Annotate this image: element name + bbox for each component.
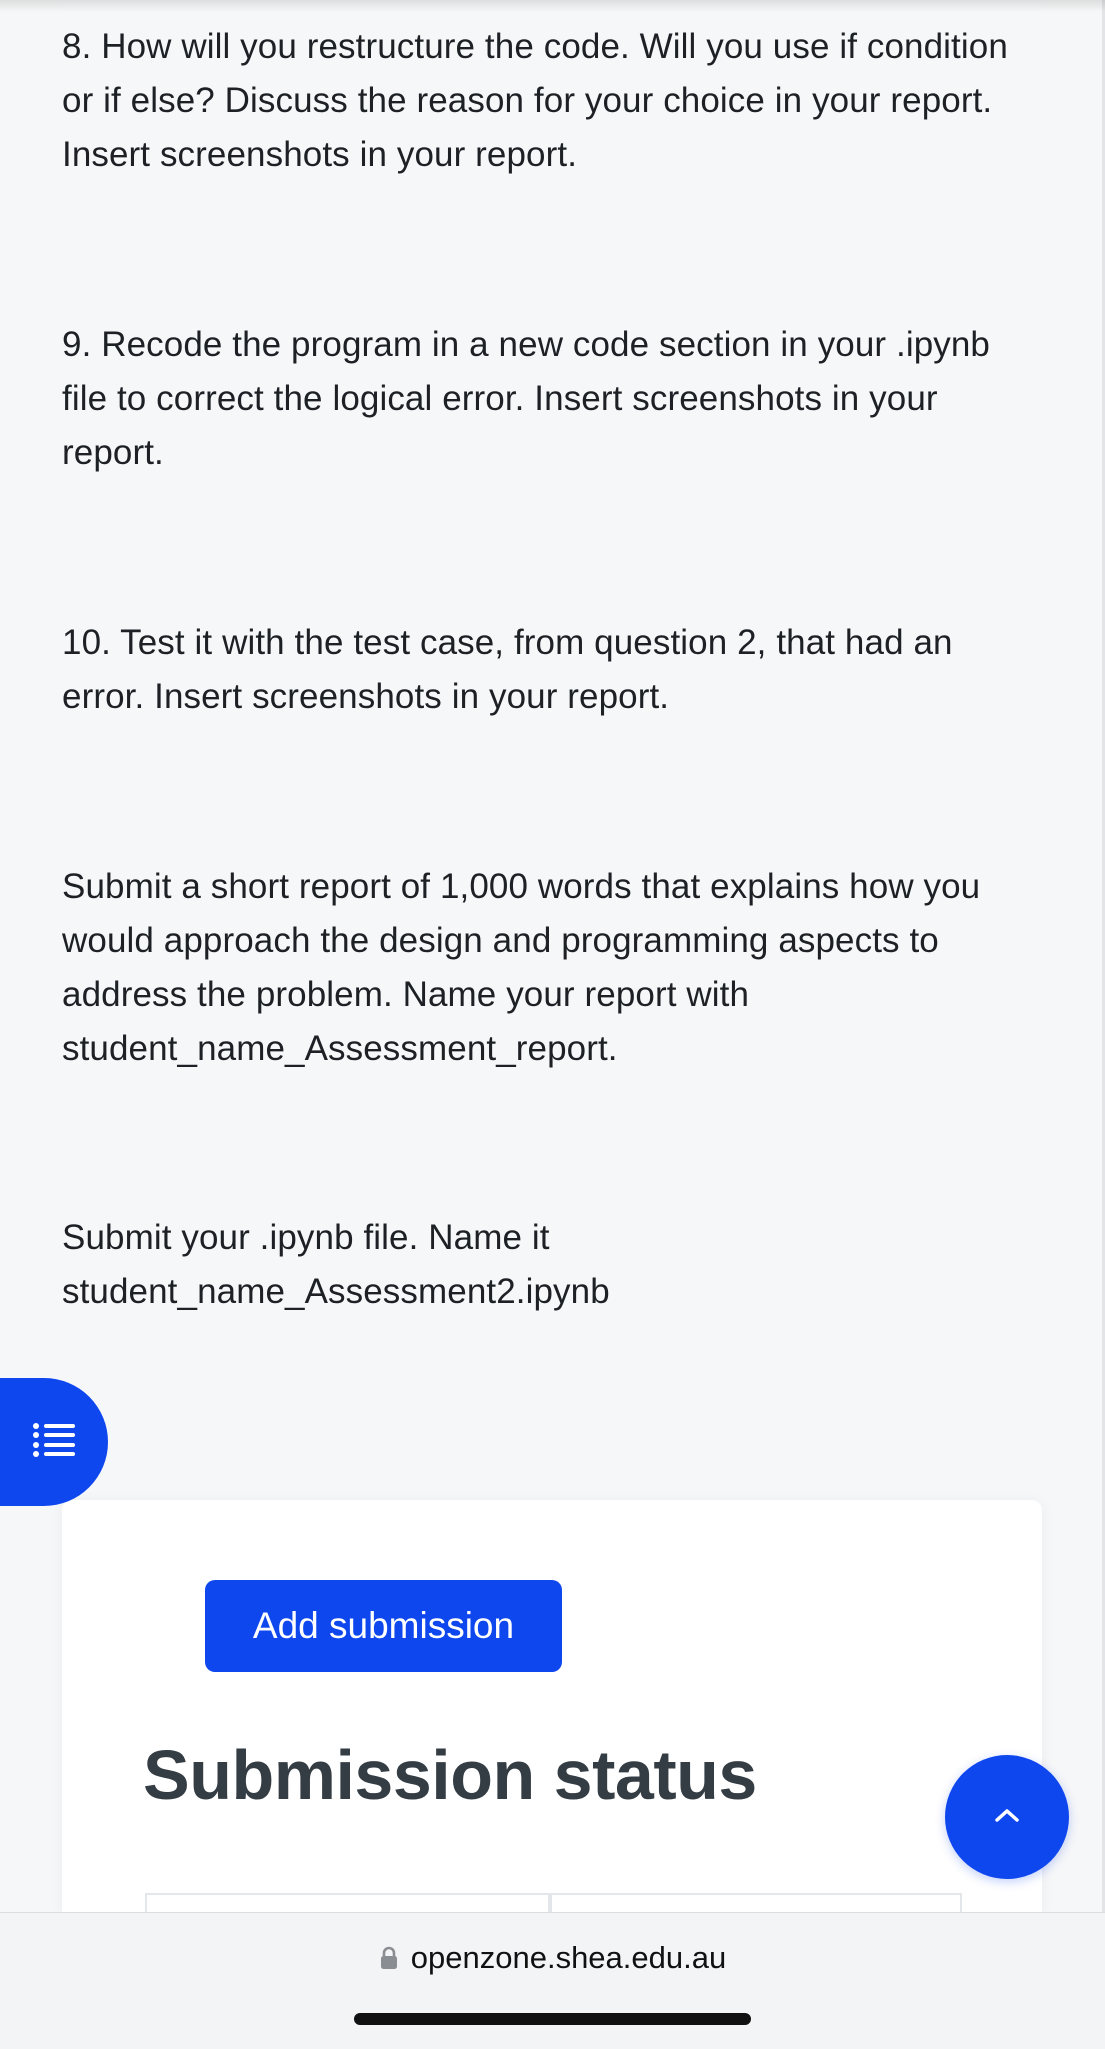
status-table-cell: [550, 1893, 962, 1914]
chevron-up-icon: [993, 1806, 1021, 1829]
address-field[interactable]: openzone.shea.edu.au: [0, 1940, 1105, 1979]
report-instructions-text: Submit a short report of 1,000 words tha…: [62, 867, 981, 1068]
status-table-cell: [145, 1893, 550, 1914]
url-text: openzone.shea.edu.au: [410, 1940, 727, 1975]
question-9-text: 9. Recode the program in a new code sect…: [62, 325, 991, 472]
browser-address-bar: [0, 1912, 1105, 2049]
home-indicator: [354, 2013, 751, 2025]
back-to-top-button[interactable]: [945, 1755, 1069, 1879]
top-shadow: [0, 0, 1105, 12]
submission-card: [62, 1500, 1042, 1912]
file-instructions-text: Submit your .ipynb file. Name it student…: [62, 1218, 610, 1311]
question-8-text: 8. How will you restructure the code. Wi…: [62, 27, 1008, 174]
submission-status-heading: Submission status: [143, 1736, 757, 1814]
lock-icon: [379, 1943, 399, 1979]
question-10-text: 10. Test it with the test case, from que…: [62, 623, 953, 716]
add-submission-button[interactable]: Add submission: [205, 1580, 562, 1672]
list-icon: [31, 1420, 77, 1465]
